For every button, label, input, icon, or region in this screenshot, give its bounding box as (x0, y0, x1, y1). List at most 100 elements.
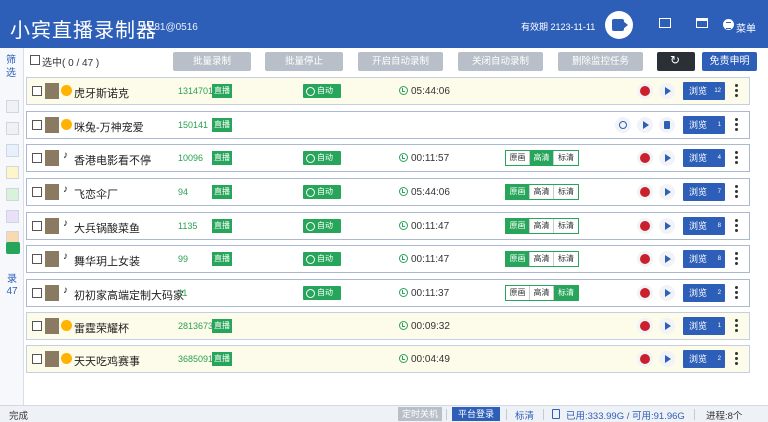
row-checkbox[interactable] (32, 221, 42, 231)
quality-option-orig[interactable]: 原画 (506, 286, 530, 300)
play-icon[interactable] (659, 251, 675, 267)
more-options-icon[interactable] (735, 151, 739, 165)
task-row[interactable]: 舞华玥上女装 99 直播 自动 00:11:47 原画高清标清 浏览 8 (26, 245, 750, 273)
record-icon[interactable] (637, 351, 653, 367)
browse-button[interactable]: 浏览 12 (683, 82, 725, 100)
streamer-name[interactable]: 飞恋伞厂 (74, 186, 118, 202)
task-row[interactable]: 大兵锅酸菜鱼 1135 直播 自动 00:11:47 原画高清标清 浏览 8 (26, 212, 750, 240)
streamer-name[interactable]: 舞华玥上女装 (74, 253, 140, 269)
quality-option-std[interactable]: 标清 (554, 286, 578, 300)
streamer-name[interactable]: 大兵锅酸菜鱼 (74, 220, 140, 236)
browse-button[interactable]: 浏览 1 (683, 317, 725, 335)
streamer-name[interactable]: 雷霆荣耀杯 (74, 320, 129, 336)
streamer-name[interactable]: 香港电影看不停 (74, 152, 151, 168)
streamer-name[interactable]: 虎牙斯诺克 (74, 85, 129, 101)
row-checkbox[interactable] (32, 153, 42, 163)
play-icon[interactable] (659, 218, 675, 234)
filter-swatch-gray-2[interactable] (6, 122, 19, 135)
browse-button[interactable]: 浏览 2 (683, 284, 725, 302)
play-icon[interactable] (659, 83, 675, 99)
record-icon[interactable] (637, 251, 653, 267)
more-options-icon[interactable] (735, 286, 739, 300)
filter-swatch-green[interactable] (6, 188, 19, 201)
task-row[interactable]: 雷霆荣耀杯 2813673 直播 00:09:32 浏览 1 (26, 312, 750, 340)
more-options-icon[interactable] (735, 352, 739, 366)
quality-option-high[interactable]: 高清 (530, 286, 554, 300)
auto-record-toggle[interactable]: 自动 (303, 286, 341, 300)
auto-record-toggle[interactable]: 自动 (303, 84, 341, 98)
row-checkbox[interactable] (32, 254, 42, 264)
select-all-checkbox[interactable] (30, 55, 40, 65)
auto-record-toggle[interactable]: 自动 (303, 185, 341, 199)
play-icon[interactable] (659, 150, 675, 166)
auto-record-toggle[interactable]: 自动 (303, 151, 341, 165)
more-options-icon[interactable] (735, 118, 739, 132)
task-row[interactable]: 飞恋伞厂 94 直播 自动 05:44:06 原画高清标清 浏览 7 (26, 178, 750, 206)
quality-option-std[interactable]: 标清 (554, 252, 578, 266)
streamer-name[interactable]: 初初家高端定制大码家 (74, 287, 184, 303)
task-row[interactable]: 虎牙斯诺克 1314701 直播 自动 05:44:06 浏览 12 (26, 77, 750, 105)
row-checkbox[interactable] (32, 288, 42, 298)
play-icon[interactable] (637, 117, 653, 133)
filter-swatch-yellow[interactable] (6, 166, 19, 179)
quality-option-std[interactable]: 标清 (554, 151, 578, 165)
menu-button[interactable]: 菜单 (736, 20, 756, 35)
quality-option-high[interactable]: 高清 (530, 185, 554, 199)
browse-button[interactable]: 浏览 2 (683, 350, 725, 368)
quality-option-orig[interactable]: 原画 (506, 151, 530, 165)
record-icon[interactable] (637, 218, 653, 234)
record-icon[interactable] (637, 285, 653, 301)
task-row[interactable]: 初初家高端定制大码家11 自动 00:11:37 原画高清标清 浏览 2 (26, 279, 750, 307)
browse-button[interactable]: 浏览 1 (683, 116, 725, 134)
filter-swatch-gray[interactable] (6, 100, 19, 113)
more-options-icon[interactable] (735, 219, 739, 233)
auto-record-toggle[interactable]: 自动 (303, 252, 341, 266)
streamer-name[interactable]: 天天吃鸡赛事 (74, 353, 140, 369)
play-icon[interactable] (659, 351, 675, 367)
play-icon[interactable] (659, 285, 675, 301)
quality-option-orig[interactable]: 原画 (506, 219, 530, 233)
default-quality-label[interactable]: 标清 (515, 408, 534, 422)
record-icon[interactable] (637, 83, 653, 99)
row-checkbox[interactable] (32, 187, 42, 197)
row-checkbox[interactable] (32, 86, 42, 96)
disclaimer-button[interactable]: 免责申明 (702, 52, 757, 71)
timer-shutdown-button[interactable]: 定时关机 (398, 407, 442, 421)
quality-option-std[interactable]: 标清 (554, 185, 578, 199)
quality-option-orig[interactable]: 原画 (506, 252, 530, 266)
play-icon[interactable] (659, 184, 675, 200)
record-icon[interactable] (637, 184, 653, 200)
browse-button[interactable]: 浏览 4 (683, 149, 725, 167)
window-icon[interactable] (659, 18, 671, 28)
refresh-button[interactable] (657, 52, 695, 71)
filter-swatch-blue[interactable] (6, 144, 19, 157)
filter-swatch-purple[interactable] (6, 210, 19, 223)
row-checkbox[interactable] (32, 120, 42, 130)
task-row[interactable]: 咪兔-万神宠爱 150141 直播 浏览 1 (26, 111, 750, 139)
browse-button[interactable]: 浏览 8 (683, 217, 725, 235)
menu-icon[interactable] (723, 19, 734, 30)
auto-record-on-button[interactable]: 开启自动录制 (358, 52, 443, 71)
more-options-icon[interactable] (735, 185, 739, 199)
record-icon[interactable] (637, 318, 653, 334)
quality-option-high[interactable]: 高清 (530, 219, 554, 233)
browse-button[interactable]: 浏览 7 (683, 183, 725, 201)
target-icon[interactable] (615, 117, 631, 133)
quality-option-std[interactable]: 标清 (554, 219, 578, 233)
folder-icon[interactable] (696, 18, 708, 28)
record-icon[interactable] (637, 150, 653, 166)
platform-login-button[interactable]: 平台登录 (452, 407, 500, 421)
batch-record-button[interactable]: 批量录制 (173, 52, 251, 71)
batch-stop-button[interactable]: 批量停止 (265, 52, 343, 71)
quality-option-high[interactable]: 高清 (530, 252, 554, 266)
delete-task-button[interactable]: 删除监控任务 (558, 52, 643, 71)
task-row[interactable]: 香港电影看不停 10096 直播 自动 00:11:57 原画高清标清 浏览 4 (26, 144, 750, 172)
more-options-icon[interactable] (735, 319, 739, 333)
filter-label[interactable]: 筛选 (6, 54, 18, 80)
camera-icon[interactable] (6, 242, 20, 254)
more-options-icon[interactable] (735, 84, 739, 98)
trash-icon[interactable] (659, 117, 675, 133)
quality-option-orig[interactable]: 原画 (506, 185, 530, 199)
play-icon[interactable] (659, 318, 675, 334)
row-checkbox[interactable] (32, 354, 42, 364)
